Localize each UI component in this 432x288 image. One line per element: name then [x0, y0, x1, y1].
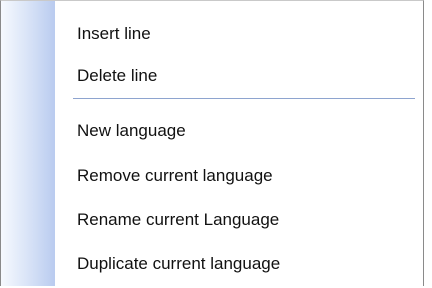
menu-item-duplicate-current-language[interactable]: Duplicate current language — [55, 246, 423, 282]
menu-icon-gutter — [1, 1, 55, 286]
menu-items: Insert line Delete line New language Rem… — [55, 1, 423, 286]
menu-item-label: Insert line — [77, 24, 151, 43]
menu-item-insert-line[interactable]: Insert line — [55, 16, 423, 52]
context-menu: Insert line Delete line New language Rem… — [0, 0, 424, 286]
menu-item-label: Duplicate current language — [77, 254, 281, 273]
menu-item-new-language[interactable]: New language — [55, 113, 423, 149]
menu-item-label: Remove current language — [77, 166, 273, 185]
menu-item-delete-line[interactable]: Delete line — [55, 58, 423, 94]
menu-separator — [73, 98, 415, 99]
menu-item-remove-current-language[interactable]: Remove current language — [55, 158, 423, 194]
menu-item-label: Delete line — [77, 66, 158, 85]
menu-item-rename-current-language[interactable]: Rename current Language — [55, 202, 423, 238]
menu-item-label: Rename current Language — [77, 210, 280, 229]
menu-item-label: New language — [77, 121, 186, 140]
